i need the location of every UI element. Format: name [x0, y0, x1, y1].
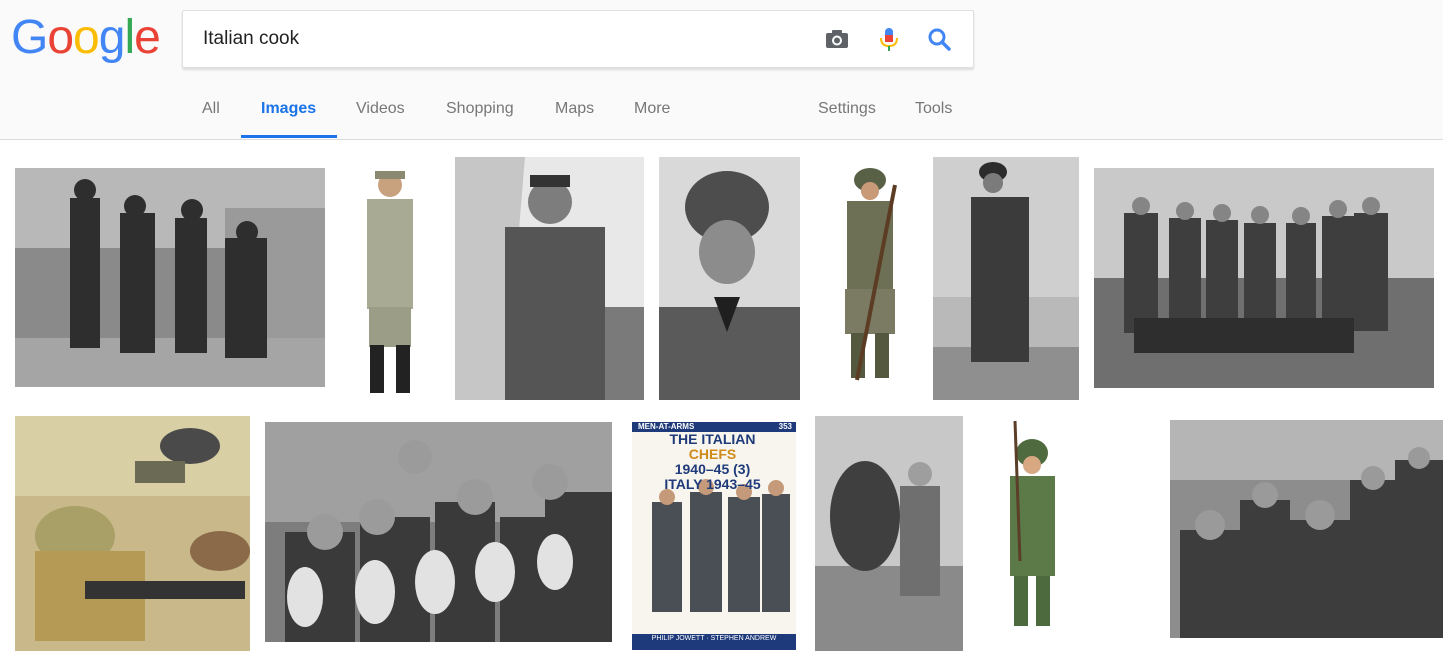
- image-result[interactable]: [1094, 168, 1434, 388]
- active-tab-indicator: [241, 135, 337, 138]
- image-result[interactable]: [15, 416, 250, 651]
- cover-title-line2: 1940–45 (3): [674, 461, 751, 477]
- image-result[interactable]: [265, 422, 612, 642]
- tab-maps[interactable]: Maps: [555, 100, 594, 138]
- image-result[interactable]: [815, 416, 963, 651]
- cover-title: THE ITALIAN CHEFS 1940–45 (3) ITALY 1943…: [650, 432, 775, 492]
- tab-videos[interactable]: Videos: [356, 100, 405, 138]
- tab-tools[interactable]: Tools: [915, 100, 952, 138]
- logo-letter: e: [134, 11, 161, 64]
- image-result[interactable]: [1170, 420, 1443, 638]
- cover-title-word: CHEFS: [688, 446, 737, 462]
- logo-letter: g: [98, 11, 126, 64]
- image-result[interactable]: [990, 421, 1075, 636]
- microphone-icon[interactable]: [875, 25, 903, 53]
- image-result[interactable]: [815, 165, 910, 390]
- cover-authors: PHILIP JOWETT · STEPHEN ANDREW: [651, 635, 777, 642]
- cover-number: 353: [778, 422, 792, 431]
- camera-icon[interactable]: [823, 25, 851, 53]
- logo-letter: o: [73, 11, 100, 64]
- image-result[interactable]: [659, 157, 800, 400]
- search-icon[interactable]: [925, 25, 953, 53]
- header: Google All Images Videos Shopping Maps M…: [0, 0, 1443, 140]
- search-input[interactable]: [203, 11, 803, 67]
- image-result[interactable]: [455, 157, 644, 400]
- tab-shopping[interactable]: Shopping: [446, 100, 514, 138]
- google-logo[interactable]: Google: [11, 8, 161, 68]
- cover-title-line3: ITALY 1943–45: [664, 476, 761, 492]
- cover-title-line1: THE ITALIAN: [669, 431, 756, 447]
- logo-letter: G: [11, 11, 48, 64]
- tab-images[interactable]: Images: [261, 100, 316, 138]
- image-result[interactable]: [345, 157, 435, 400]
- tab-settings[interactable]: Settings: [818, 100, 876, 138]
- logo-letter: o: [47, 11, 74, 64]
- image-result[interactable]: [15, 168, 325, 387]
- search-box: [182, 10, 974, 68]
- logo-letter: l: [124, 11, 135, 64]
- image-result[interactable]: [933, 157, 1079, 400]
- tab-all[interactable]: All: [202, 100, 220, 138]
- tab-more[interactable]: More: [634, 100, 670, 138]
- cover-series-label: MEN-AT-ARMS: [638, 422, 695, 431]
